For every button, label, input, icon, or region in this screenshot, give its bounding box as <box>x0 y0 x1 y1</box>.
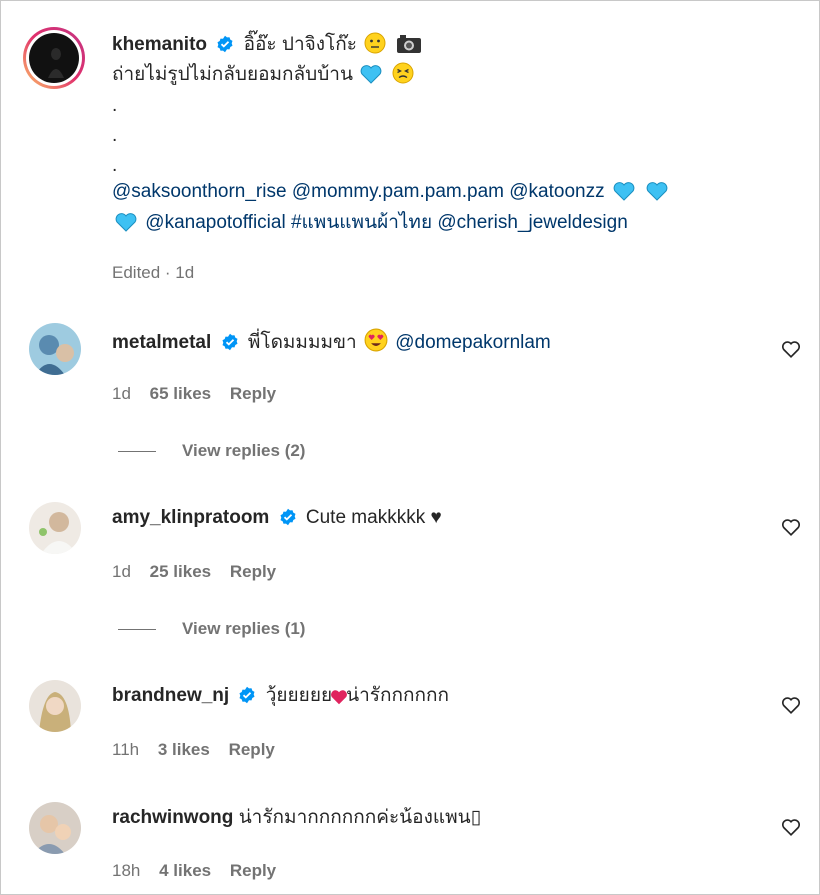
commenter-avatar[interactable] <box>29 680 81 732</box>
comment-4-row: rachwinwong น่ารักมากกกกกกค่ะน้องแพน▯ <box>112 806 481 830</box>
like-heart-icon[interactable] <box>780 694 802 716</box>
verified-badge-icon <box>216 35 234 60</box>
verified-badge-icon <box>221 333 239 358</box>
like-heart-icon[interactable] <box>780 816 802 838</box>
reply-button[interactable]: Reply <box>230 562 276 581</box>
verified-badge-icon <box>279 508 297 533</box>
mention-link[interactable]: @mommy.pam.pam.pam <box>292 181 504 202</box>
blue-heart-emoji-icon <box>612 181 636 208</box>
likes-count[interactable]: 4 likes <box>159 861 211 880</box>
caption-dot-3: . <box>112 155 118 176</box>
caption-mentions-line2: @kanapotofficial #แพนแพนผ้าไทย @cherish_… <box>112 211 628 239</box>
view-replies-label: View replies (2) <box>182 441 306 460</box>
commenter-avatar[interactable] <box>29 802 81 854</box>
caption-text-2: ถ่ายไม่รูปไม่กลับยอมกลับบ้าน <box>112 64 353 85</box>
caption-text-1: อิ๊อ๊ะ ปาจิงโก๊ะ <box>243 34 357 55</box>
mention-link[interactable]: @cherish_jeweldesign <box>437 212 627 233</box>
comment-text: วุ้ยยยยย <box>265 685 333 706</box>
comment-3-meta: 11h 3 likes Reply <box>112 740 289 760</box>
view-replies-button[interactable]: View replies (1) <box>118 619 305 639</box>
view-replies-button[interactable]: View replies (2) <box>118 441 305 461</box>
comment-text: น่ารักมากกกกกกค่ะน้องแพน <box>238 807 471 828</box>
neutral-face-emoji-icon <box>364 32 386 61</box>
caption-mentions-line1: @saksoonthorn_rise @mommy.pam.pam.pam @k… <box>112 180 671 208</box>
comment-2-row: amy_klinpratoom Cute makkkkk ♥ <box>112 506 442 533</box>
blue-heart-emoji-icon <box>645 181 669 208</box>
comment-4-meta: 18h 4 likes Reply <box>112 861 290 881</box>
comment-text: พี่โดมมมมขา <box>247 332 357 353</box>
likes-count[interactable]: 25 likes <box>150 562 211 581</box>
commenter-avatar[interactable] <box>29 323 81 375</box>
mention-link[interactable]: @saksoonthorn_rise <box>112 181 287 202</box>
heart-eyes-emoji-icon <box>364 328 388 359</box>
comment-text: Cute makkkkk ♥ <box>305 507 442 528</box>
comment-text-continued: น่ารักกกกกก <box>346 685 449 706</box>
reply-button[interactable]: Reply <box>230 861 276 880</box>
hashtag-link[interactable]: #แพนแพนผ้าไทย <box>291 212 432 233</box>
persevering-face-emoji-icon <box>392 62 414 91</box>
reply-button[interactable]: Reply <box>230 384 276 403</box>
comment-username[interactable]: amy_klinpratoom <box>112 507 269 528</box>
comment-username[interactable]: brandnew_nj <box>112 685 229 706</box>
caption-line2: ถ่ายไม่รูปไม่กลับยอมกลับบ้าน <box>112 62 416 91</box>
mention-link[interactable]: @katoonzz <box>509 181 604 202</box>
comment-3-row: brandnew_nj วุ้ยยยยย น่ารักกกกกก <box>112 684 449 712</box>
missing-glyph: ▯ <box>470 807 482 828</box>
mention-link[interactable]: @domepakornlam <box>395 332 551 353</box>
caption-line1: khemanito อิ๊อ๊ะ ปาจิงโก๊ะ <box>112 32 424 61</box>
comment-1-meta: 1d 65 likes Reply <box>112 384 290 404</box>
view-replies-label: View replies (1) <box>182 619 306 638</box>
comment-time: 18h <box>112 861 141 880</box>
comment-time: 1d <box>112 384 131 403</box>
reply-button[interactable]: Reply <box>229 740 275 759</box>
verified-badge-icon <box>238 686 256 711</box>
camera-emoji-icon <box>396 34 422 61</box>
like-heart-icon[interactable] <box>780 338 802 360</box>
commenter-avatar[interactable] <box>29 502 81 554</box>
likes-count[interactable]: 3 likes <box>158 740 210 759</box>
likes-count[interactable]: 65 likes <box>150 384 211 403</box>
comment-1-row: metalmetal พี่โดมมมมขา @domepakornlam <box>112 328 551 359</box>
comment-2-meta: 1d 25 likes Reply <box>112 562 290 582</box>
comment-time: 11h <box>112 740 140 759</box>
divider <box>118 629 156 631</box>
mention-link[interactable]: @kanapotofficial <box>145 212 285 233</box>
caption-dot-1: . <box>112 95 118 116</box>
comment-username[interactable]: metalmetal <box>112 332 211 353</box>
comment-username[interactable]: rachwinwong <box>112 807 233 828</box>
divider <box>118 451 156 453</box>
blue-heart-emoji-icon <box>114 212 138 239</box>
blue-heart-emoji-icon <box>360 64 382 91</box>
owner-username[interactable]: khemanito <box>112 34 207 55</box>
comment-time: 1d <box>112 562 131 581</box>
caption-meta: Edited · 1d <box>112 263 195 282</box>
like-heart-icon[interactable] <box>780 516 802 538</box>
owner-avatar[interactable] <box>22 26 86 90</box>
caption-dot-2: . <box>112 125 118 146</box>
